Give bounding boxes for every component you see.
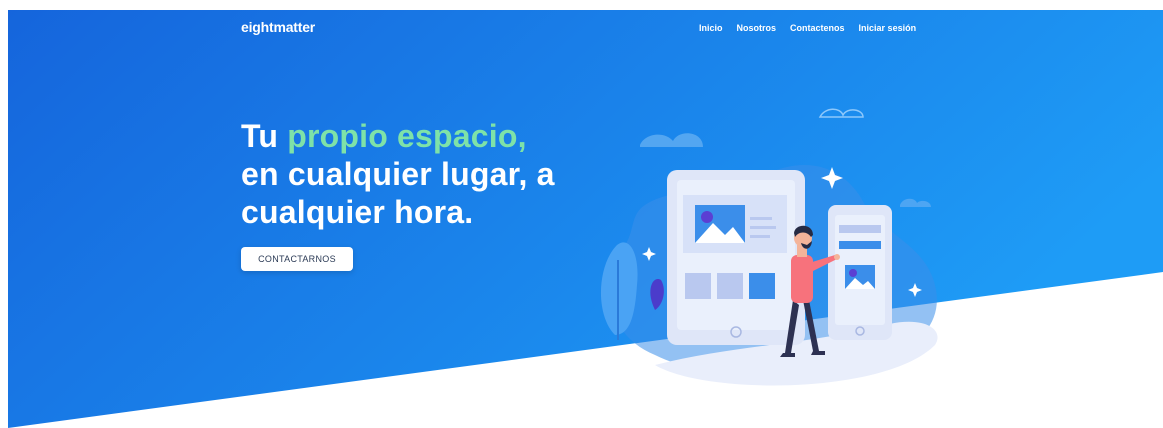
hero-headline: Tu propio espacio, en cualquier lugar, a…: [241, 117, 555, 231]
phone-bar: [839, 225, 881, 233]
nav-nosotros[interactable]: Nosotros: [737, 23, 777, 33]
headline-line-3: cualquier hora.: [241, 194, 474, 230]
hero-section: eightmatter Inicio Nosotros Contactenos …: [8, 10, 1163, 428]
headline-line-1: Tu propio espacio,: [241, 117, 555, 155]
contact-button[interactable]: CONTACTARNOS: [241, 247, 353, 271]
headline-accent: propio espacio,: [287, 118, 527, 154]
headline-line-2: en cualquier lugar, a: [241, 156, 555, 192]
tile: [717, 273, 743, 299]
headline-lead: Tu: [241, 118, 279, 154]
main-nav: Inicio Nosotros Contactenos Iniciar sesi…: [699, 23, 916, 33]
nav-contactenos[interactable]: Contactenos: [790, 23, 845, 33]
tile: [685, 273, 711, 299]
tile-active: [749, 273, 775, 299]
cloud-small-icon: [900, 198, 931, 207]
text-line: [750, 235, 770, 238]
cloud-outline-icon: [818, 108, 864, 118]
nav-iniciar-sesion[interactable]: Iniciar sesión: [859, 23, 917, 33]
text-line: [750, 226, 776, 229]
phone-bar-active: [839, 241, 881, 249]
phone-image-sun: [849, 269, 857, 277]
nav-inicio[interactable]: Inicio: [699, 23, 723, 33]
landing-page: eightmatter Inicio Nosotros Contactenos …: [0, 0, 1163, 428]
brand-logo[interactable]: eightmatter: [241, 19, 315, 35]
image-sun: [701, 211, 713, 223]
hero-illustration: [600, 108, 938, 386]
text-line: [750, 217, 772, 220]
cloud-icon: [640, 133, 703, 147]
